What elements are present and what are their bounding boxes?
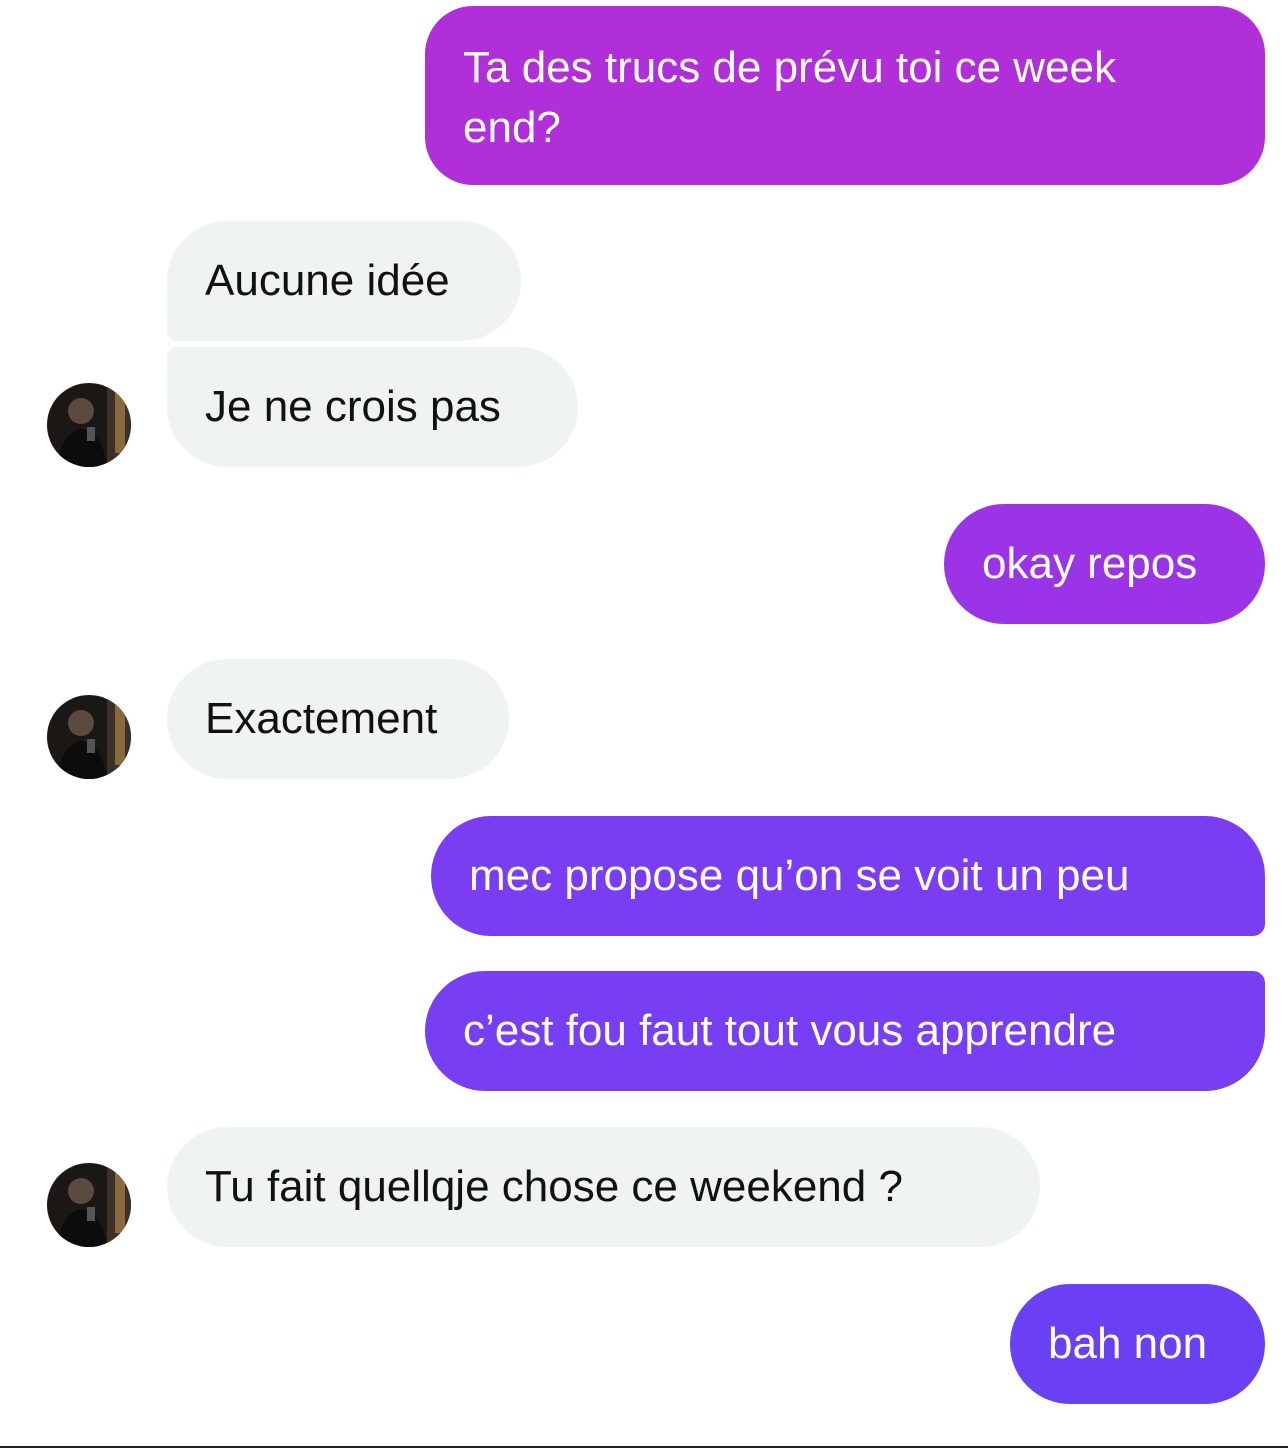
contact-avatar[interactable] <box>47 1163 131 1247</box>
message-text: Ta des trucs de prévu toi ce week end? <box>463 43 1116 152</box>
message-bubble-sent[interactable]: okay repos <box>944 504 1265 624</box>
chat-thread: Ta des trucs de prévu toi ce week end? A… <box>0 0 1288 1448</box>
message-text: c’est fou faut tout vous apprendre <box>463 1006 1117 1055</box>
avatar-photo-icon <box>47 695 131 779</box>
message-bubble-received[interactable]: Aucune idée <box>167 221 521 341</box>
message-text: bah non <box>1048 1319 1208 1368</box>
message-text: Je ne crois pas <box>205 382 501 431</box>
message-text: Tu fait quellqje chose ce weekend ? <box>205 1162 903 1211</box>
message-bubble-received[interactable]: Exactement <box>167 659 509 779</box>
avatar-photo-icon <box>47 1163 131 1247</box>
message-text: mec propose qu’on se voit un peu <box>469 851 1130 900</box>
message-text: okay repos <box>982 539 1198 588</box>
contact-avatar[interactable] <box>47 695 131 779</box>
message-bubble-sent[interactable]: mec propose qu’on se voit un peu <box>431 816 1265 936</box>
message-text: Exactement <box>205 694 438 743</box>
message-bubble-sent[interactable]: bah non <box>1010 1284 1265 1404</box>
message-bubble-received[interactable]: Tu fait quellqje chose ce weekend ? <box>167 1127 1040 1247</box>
avatar-photo-icon <box>47 383 131 467</box>
message-bubble-sent[interactable]: Ta des trucs de prévu toi ce week end? <box>425 6 1265 185</box>
message-bubble-sent[interactable]: c’est fou faut tout vous apprendre <box>425 971 1265 1091</box>
message-text: Aucune idée <box>205 256 450 305</box>
message-bubble-received[interactable]: Je ne crois pas <box>167 347 578 467</box>
contact-avatar[interactable] <box>47 383 131 467</box>
